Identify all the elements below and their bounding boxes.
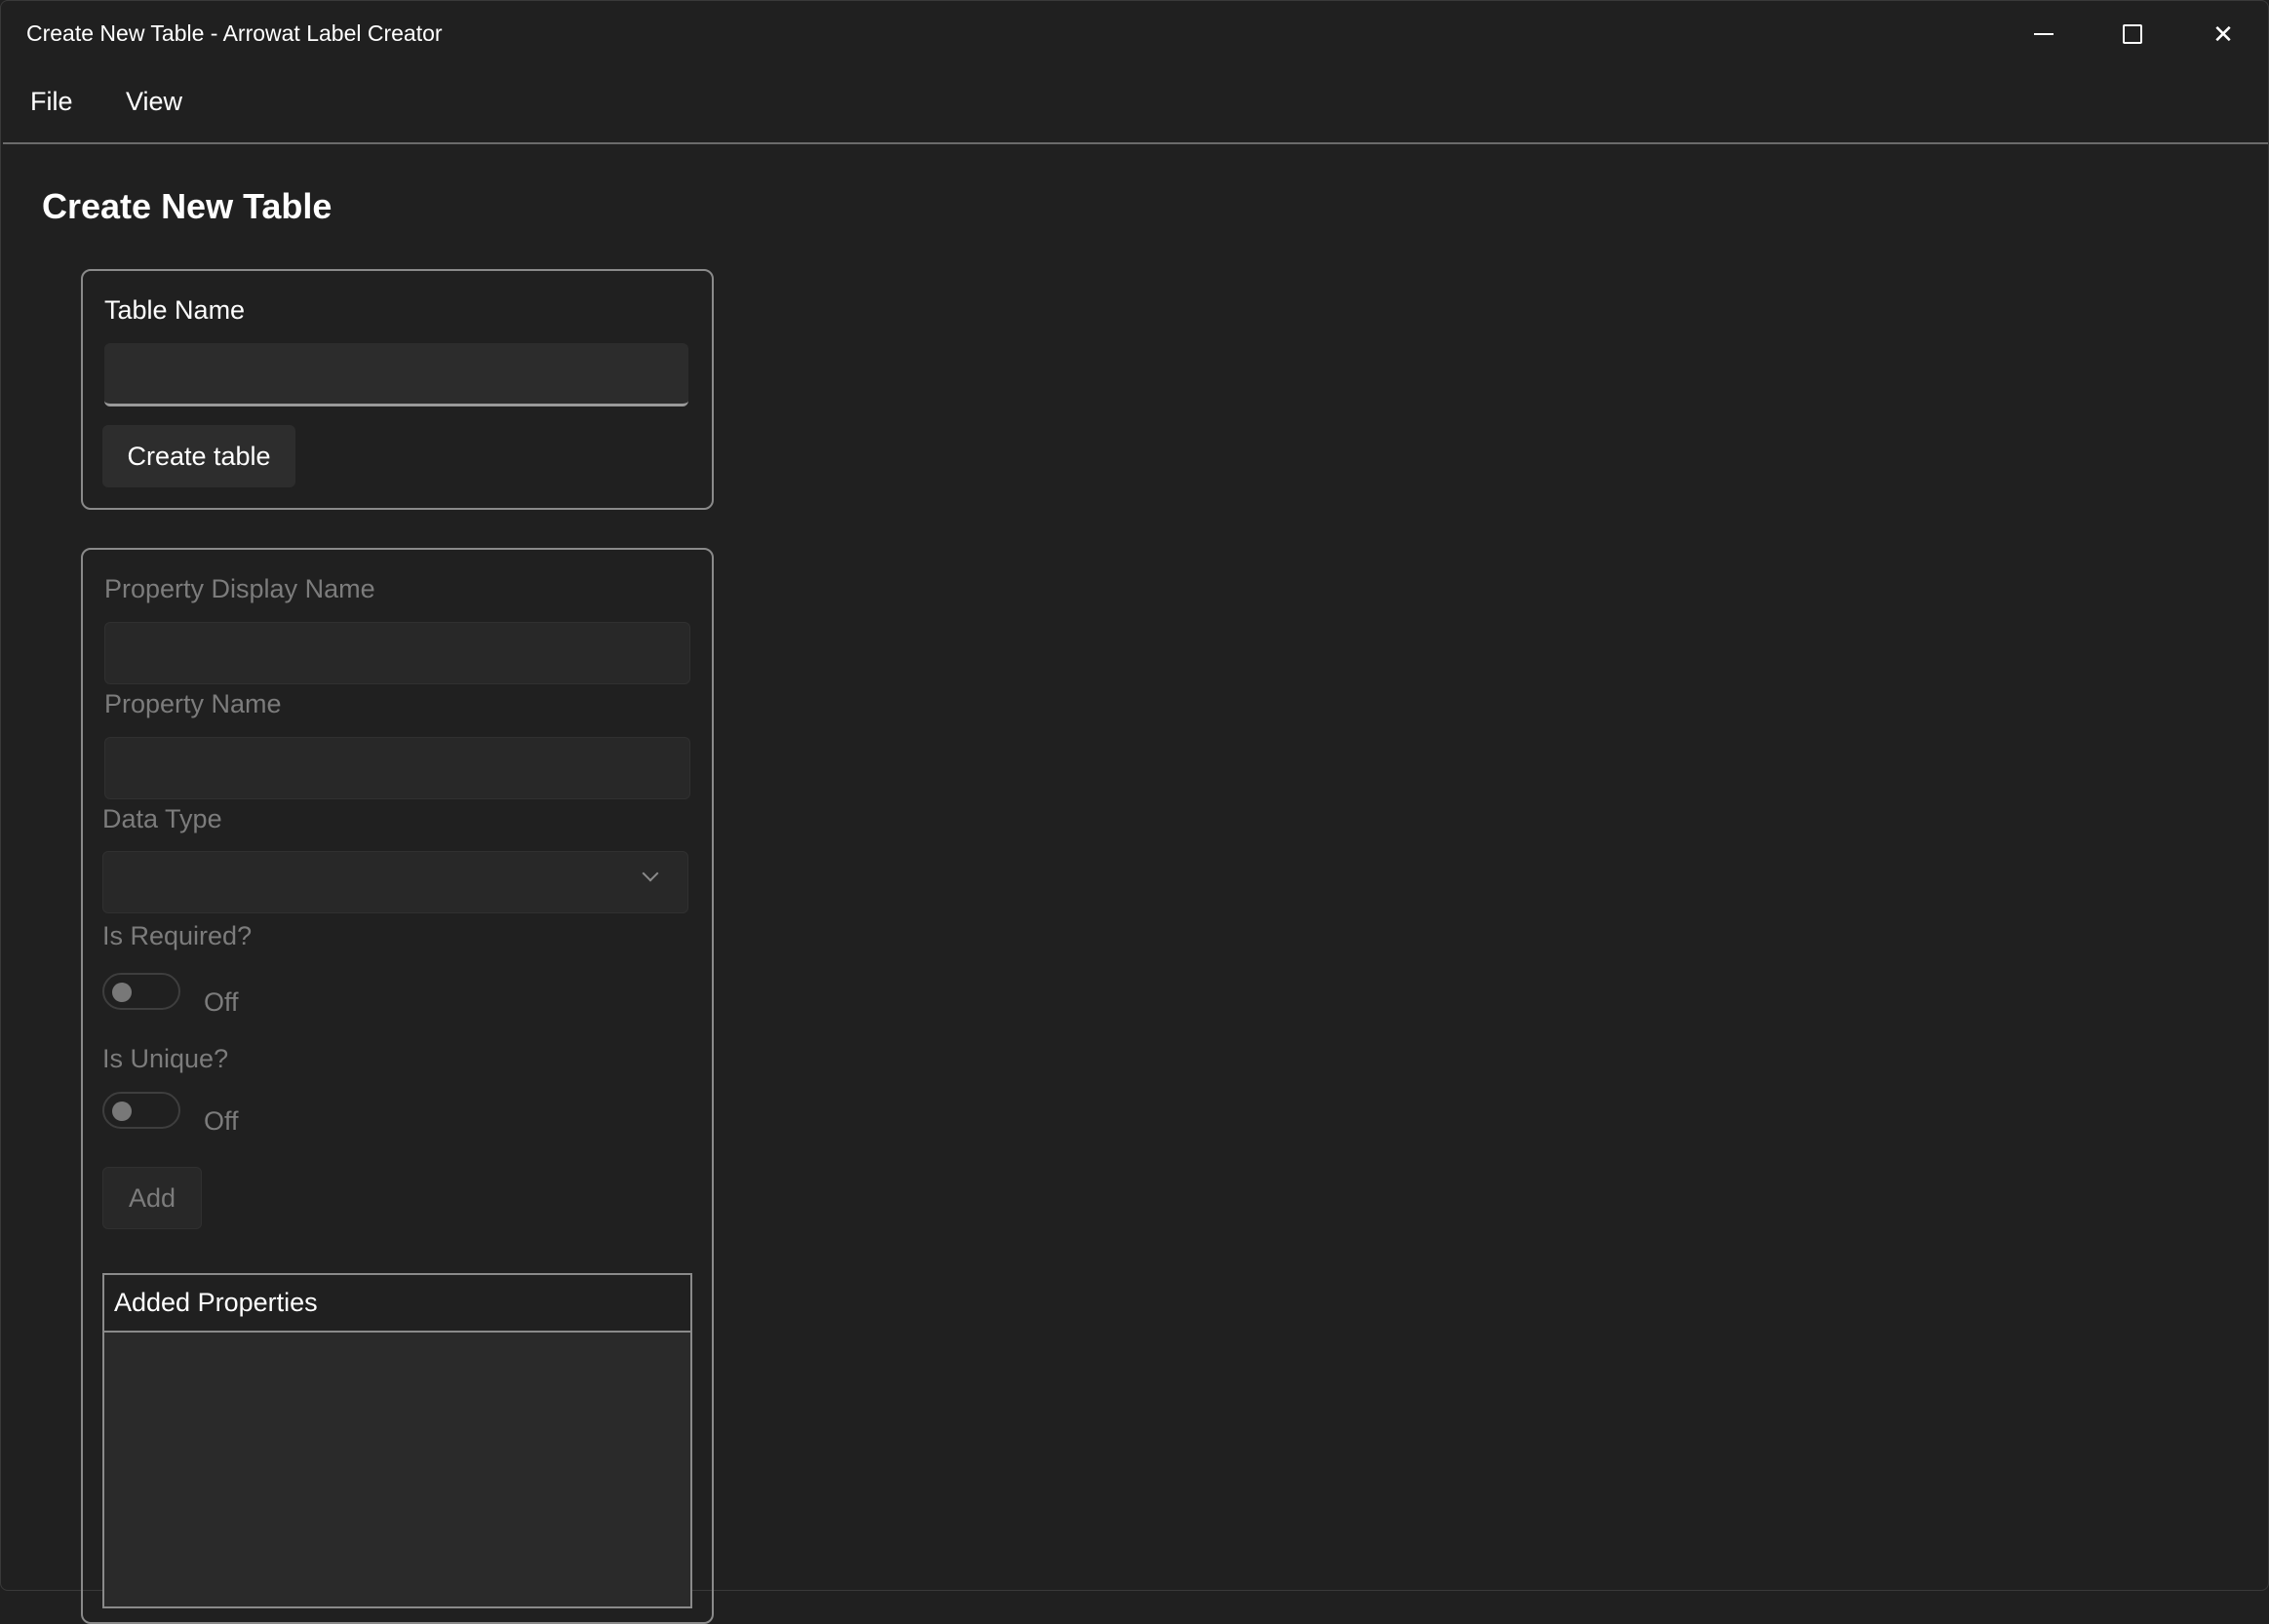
app-window: Create New Table - Arrowat Label Creator… [0,0,2269,1624]
added-properties-header: Added Properties [104,1275,690,1333]
toggle-knob [112,983,132,1002]
create-table-button[interactable]: Create table [102,425,295,487]
is-required-label: Is Required? [102,921,253,950]
toggle-knob [112,1102,132,1121]
data-type-dropdown[interactable] [102,851,688,913]
add-property-button[interactable]: Add [102,1167,202,1229]
minimize-icon [2034,33,2054,35]
menu-file[interactable]: File [30,87,73,117]
added-properties-header-label: Added Properties [114,1288,318,1317]
is-unique-toggle[interactable] [102,1092,180,1129]
property-name-input[interactable] [104,737,690,799]
data-type-label: Data Type [102,804,222,833]
maximize-icon [2123,24,2142,44]
is-required-state: Off [204,987,239,1017]
page-title: Create New Table [42,186,333,226]
chevron-down-icon [642,865,659,882]
is-required-toggle[interactable] [102,973,180,1010]
added-properties-table: Added Properties [102,1273,692,1608]
menu-divider [3,142,2268,144]
is-unique-state: Off [204,1106,239,1136]
close-icon: ✕ [2212,19,2234,49]
minimize-button[interactable] [2015,13,2073,56]
property-name-label: Property Name [104,689,282,718]
is-unique-label: Is Unique? [102,1044,229,1073]
property-display-name-label: Property Display Name [104,574,375,603]
table-name-label: Table Name [104,295,246,325]
menu-view[interactable]: View [126,87,182,117]
property-display-name-input[interactable] [104,622,690,684]
maximize-button[interactable] [2103,13,2162,56]
window-title: Create New Table - Arrowat Label Creator [26,20,443,46]
close-button[interactable]: ✕ [2194,13,2252,56]
table-name-input[interactable] [104,343,688,406]
